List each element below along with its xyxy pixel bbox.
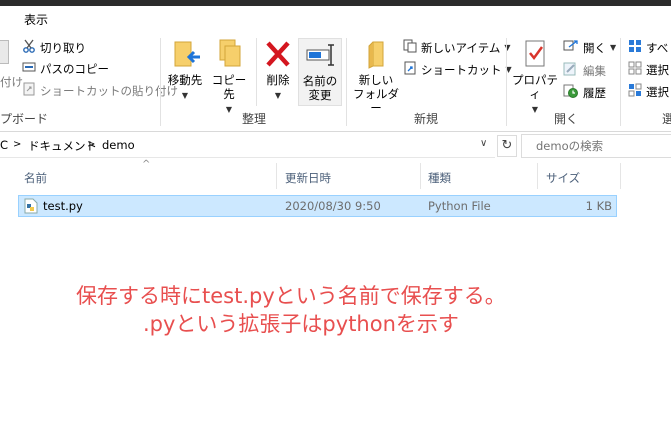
breadcrumb-demo[interactable]: demo — [102, 138, 135, 152]
file-name: test.py — [43, 199, 83, 213]
file-type: Python File — [428, 199, 491, 213]
address-dropdown-chevron-icon[interactable]: ∨ — [480, 138, 487, 149]
new-item-icon — [403, 39, 417, 56]
chevron-down-icon: ▼ — [225, 105, 233, 114]
column-divider[interactable] — [276, 163, 277, 189]
tab-view[interactable]: 表示 — [24, 11, 48, 28]
shortcut-icon — [403, 61, 417, 78]
invert-selection-button[interactable]: 選択 — [628, 83, 669, 100]
new-folder-label-line2: フォルダー — [353, 87, 399, 115]
group-label-new: 新規 — [414, 112, 439, 126]
copy-path-button[interactable]: パスのコピー — [22, 60, 109, 77]
edit-icon — [563, 62, 579, 79]
separator — [256, 38, 257, 106]
column-divider[interactable] — [537, 163, 538, 189]
column-header-type[interactable]: 種類 — [428, 170, 451, 186]
properties-label: プロパティ — [512, 73, 558, 101]
rename-label-line1: 名前の — [302, 74, 338, 88]
chevron-down-icon: ▼ — [610, 43, 617, 52]
paste-shortcut-button[interactable]: ショートカットの貼り付け — [22, 82, 178, 99]
address-bar[interactable]: C > ドキュメント > demo ∨ — [0, 133, 495, 158]
edit-button[interactable]: 編集 — [563, 62, 606, 79]
shortcut-label: ショートカット — [421, 62, 502, 77]
column-divider[interactable] — [420, 163, 421, 189]
copy-to-icon — [214, 38, 244, 73]
paste-shortcut-label: ショートカットの貼り付け — [40, 83, 178, 98]
search-box[interactable] — [521, 134, 671, 158]
python-file-icon — [24, 198, 38, 217]
search-input[interactable] — [534, 135, 671, 157]
open-label: 開く — [583, 40, 606, 55]
separator — [620, 38, 621, 126]
new-item-label: 新しいアイテム — [421, 40, 501, 55]
rename-icon — [305, 39, 335, 74]
select-none-icon — [628, 61, 642, 78]
open-button[interactable]: 開く ▼ — [563, 39, 616, 56]
rename-button[interactable]: 名前の 変更 — [298, 38, 342, 106]
separator — [506, 38, 507, 126]
invert-selection-label: 選択 — [646, 84, 669, 99]
paste-icon — [0, 40, 9, 64]
breadcrumb-separator: > — [87, 139, 96, 150]
file-modified: 2020/08/30 9:50 — [285, 199, 381, 213]
new-item-button[interactable]: 新しいアイテム ▼ — [403, 39, 511, 56]
sort-up-chevron-icon: ^ — [142, 159, 151, 170]
paste-shortcut-icon — [22, 82, 36, 99]
group-label-open: 開く — [554, 112, 579, 126]
select-all-label: すべ — [646, 40, 669, 55]
annotation-line2: .pyという拡張子はpythonを示す — [143, 312, 459, 336]
breadcrumb-separator: > — [13, 139, 22, 150]
delete-button[interactable]: 削除 ▼ — [259, 38, 297, 103]
history-icon — [563, 84, 579, 101]
file-size: 1 KB — [585, 199, 612, 213]
select-none-button[interactable]: 選択 — [628, 61, 669, 78]
select-all-icon — [628, 39, 642, 56]
new-folder-button[interactable]: 新しい フォルダー — [352, 38, 400, 115]
annotation-line1: 保存する時にtest.pyという名前で保存する。 — [76, 284, 506, 308]
rename-label-line2: 変更 — [308, 88, 332, 102]
new-folder-label-line1: 新しい — [358, 73, 394, 87]
column-header-size[interactable]: サイズ — [546, 170, 580, 186]
chevron-down-icon: ▼ — [274, 91, 282, 100]
folder-icon — [361, 38, 391, 73]
group-label-organize: 整理 — [242, 112, 267, 126]
delete-label: 削除 — [266, 73, 290, 87]
copy-to-label: コピー先 — [211, 73, 247, 101]
refresh-button[interactable]: ↻ — [497, 135, 517, 157]
separator — [160, 38, 161, 126]
column-divider[interactable] — [620, 163, 621, 189]
separator — [346, 38, 347, 126]
select-none-label: 選択 — [646, 62, 669, 77]
select-all-button[interactable]: すべ — [628, 39, 668, 56]
open-icon — [563, 39, 579, 56]
move-to-button[interactable]: 移動先 ▼ — [165, 38, 205, 103]
copy-to-button[interactable]: コピー先 ▼ — [207, 38, 251, 117]
group-label-clipboard: プボード — [0, 112, 49, 126]
refresh-icon: ↻ — [501, 138, 513, 153]
paste-button-partial[interactable]: 付け — [0, 74, 23, 90]
invert-selection-icon — [628, 83, 642, 100]
properties-check-icon — [520, 38, 550, 73]
delete-x-icon — [263, 38, 293, 73]
properties-button[interactable]: プロパティ ▼ — [511, 38, 559, 117]
chevron-down-icon: ▼ — [531, 105, 539, 114]
move-to-icon — [170, 38, 200, 73]
edit-label: 編集 — [583, 63, 606, 78]
move-to-label: 移動先 — [167, 73, 203, 87]
shortcut-button[interactable]: ショートカット ▼ — [403, 61, 512, 78]
copy-path-label: パスのコピー — [40, 61, 109, 76]
chevron-down-icon: ▼ — [181, 91, 189, 100]
history-label: 履歴 — [583, 85, 606, 100]
history-button[interactable]: 履歴 — [563, 84, 606, 101]
column-header-modified[interactable]: 更新日時 — [285, 170, 331, 186]
scissors-icon — [22, 39, 36, 56]
breadcrumb-pc[interactable]: C — [0, 138, 8, 152]
cut-button[interactable]: 切り取り — [22, 39, 86, 56]
ribbon-tab-row — [0, 6, 671, 30]
column-header-name[interactable]: 名前 — [24, 170, 47, 186]
copy-path-icon — [22, 60, 36, 77]
file-row[interactable]: test.py 2020/08/30 9:50 Python File 1 KB — [18, 195, 617, 217]
group-label-select: 選 — [662, 112, 671, 126]
cut-label: 切り取り — [40, 40, 86, 55]
